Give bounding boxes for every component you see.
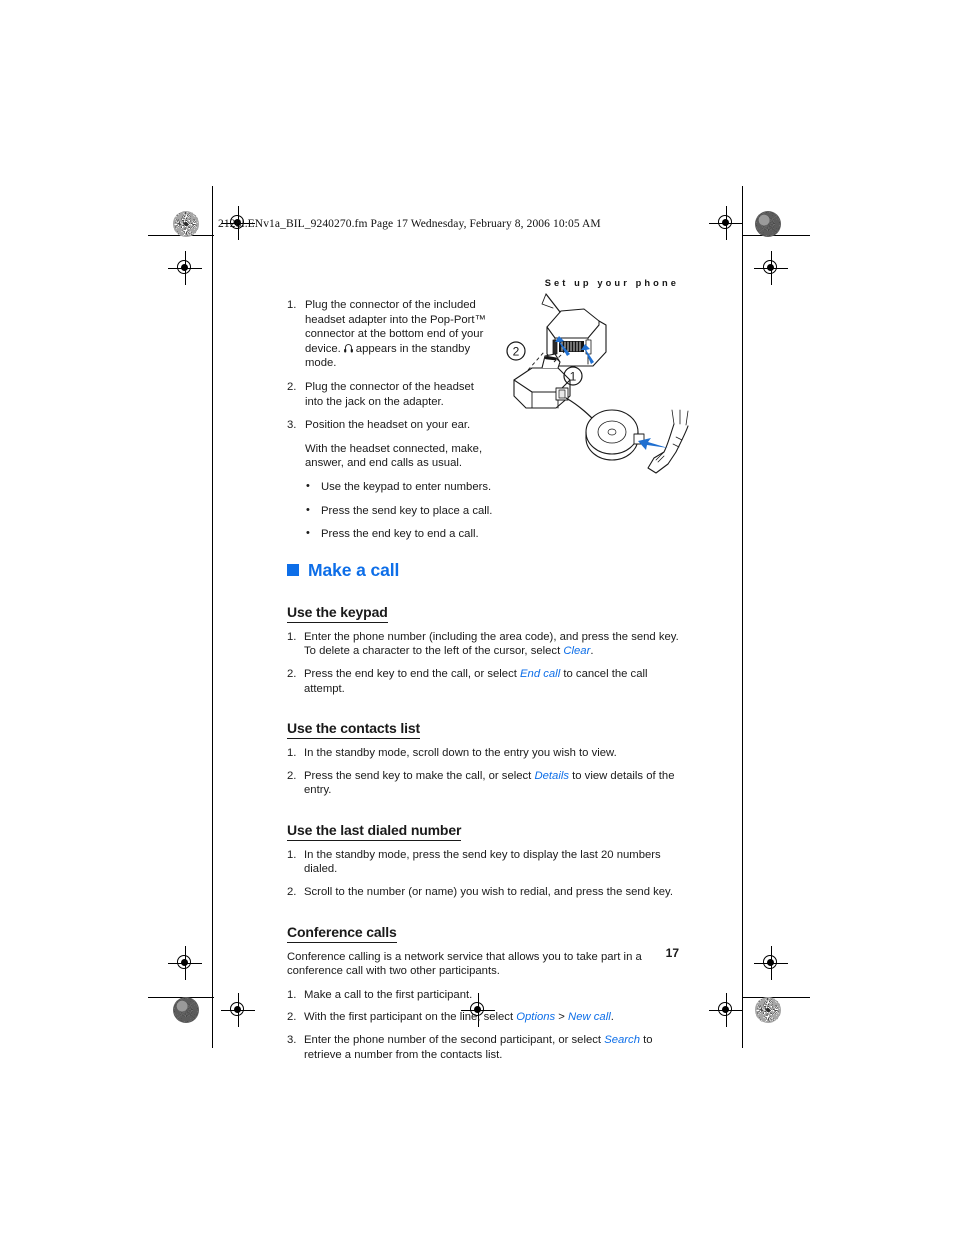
- numbered-step: 2. Scroll to the number (or name) you wis…: [287, 885, 679, 900]
- running-head: Set up your phone: [544, 278, 679, 288]
- numbered-step: 1. In the standby mode, press the send ke…: [287, 848, 679, 877]
- numbered-step: 1. Make a call to the first participant.: [287, 988, 679, 1003]
- step-text: In the standby mode, scroll down to the …: [304, 747, 617, 760]
- ui-term: Details: [534, 769, 569, 782]
- step-number: 1.: [287, 747, 297, 760]
- registration-mark-bottom-left: [221, 993, 255, 1027]
- ui-term: End call: [520, 667, 561, 680]
- registration-mark-right-lower: [754, 946, 788, 980]
- step-number: 1.: [287, 848, 297, 861]
- top-right-trim-rule: [742, 235, 810, 236]
- step-text: Press the send key to make the call, or …: [304, 769, 535, 782]
- step-text: Enter the phone number of the second par…: [304, 1034, 605, 1047]
- step-text: Position the headset on your ear.: [305, 419, 471, 432]
- registration-mark-right-upper: [754, 251, 788, 285]
- halftone-patch-top-right: [755, 211, 781, 237]
- fm-file-header: 2128i.ENv1a_BIL_9240270.fm Page 17 Wedne…: [218, 218, 601, 230]
- svg-text:1: 1: [570, 370, 577, 384]
- headset-step-1: 1. Plug the connector of the included hea…: [287, 298, 493, 371]
- headset-bullet-2: Press the end key to end a call.: [287, 526, 493, 542]
- chapter-heading: Make a call: [287, 560, 679, 581]
- step-number: 3.: [287, 419, 297, 432]
- registration-mark-bottom-right: [709, 993, 743, 1027]
- step-text: Scroll to the number (or name) you wish …: [304, 886, 674, 899]
- numbered-step: 2. Press the send key to make the call, o…: [287, 769, 679, 798]
- headset-step-2: 2. Plug the connector of the headset into…: [287, 380, 493, 409]
- numbered-step: 1. In the standby mode, scroll down to th…: [287, 746, 679, 761]
- step-text: .: [610, 1011, 614, 1024]
- starburst-patch-bottom-right: [755, 997, 781, 1023]
- section-intro: Conference calling is a network service …: [287, 950, 642, 978]
- step-number: 2.: [287, 380, 297, 393]
- step-text: Plug the connector of the headset into t…: [305, 380, 474, 408]
- left-trim-rule: [212, 186, 213, 1048]
- section-heading: Conference calls: [287, 924, 397, 943]
- bottom-right-trim-rule: [742, 997, 810, 998]
- page-number: 17: [665, 946, 679, 960]
- ui-term: New call: [568, 1011, 611, 1024]
- numbered-step: 1. Enter the phone number (including the …: [287, 630, 679, 659]
- step-text: In the standby mode, press the send key …: [304, 848, 661, 876]
- section-heading: Use the keypad: [287, 604, 388, 623]
- step-number: 1.: [287, 299, 297, 311]
- registration-mark-left-upper: [168, 251, 202, 285]
- step-text: >: [555, 1011, 569, 1024]
- registration-mark-top-right: [709, 206, 743, 240]
- ui-term: Options: [516, 1011, 556, 1024]
- headset-bullet-0: Use the keypad to enter numbers.: [287, 479, 493, 495]
- right-trim-rule: [742, 186, 743, 1048]
- headset-icon: [343, 343, 354, 354]
- blue-square-bullet-icon: [287, 564, 299, 577]
- headset-step-3: 3. Position the headset on your ear.: [287, 418, 493, 433]
- step-text: .: [590, 645, 594, 658]
- step-text: Press the end key to end the call, or se…: [304, 667, 521, 680]
- step-number: 2.: [287, 667, 297, 680]
- headset-continuation-text: With the headset connected, make, answer…: [305, 442, 483, 470]
- headset-adapter-connection-figure: 2 1: [498, 292, 694, 480]
- step-number: 1.: [287, 988, 297, 1001]
- ui-term: Search: [604, 1034, 640, 1047]
- numbered-step: 2. With the first participant on the line…: [287, 1010, 679, 1025]
- step-number: 1.: [287, 630, 297, 643]
- section-heading: Use the last dialed number: [287, 822, 461, 841]
- section-heading: Use the contacts list: [287, 720, 420, 740]
- starburst-patch-top-left: [173, 211, 199, 237]
- step-text: Make a call to the first participant.: [304, 988, 473, 1001]
- numbered-step: 2. Press the end key to end the call, or …: [287, 667, 679, 696]
- chapter-title: Make a call: [308, 559, 400, 580]
- registration-mark-left-lower: [168, 946, 202, 980]
- step-number: 2.: [287, 769, 297, 782]
- headset-bullet-1: Press the send key to place a call.: [287, 503, 493, 519]
- step-number: 2.: [287, 1011, 297, 1024]
- instruction-sections: Use the keypad 1. Enter the phone number (…: [287, 592, 679, 1063]
- top-left-trim-rule: [148, 235, 214, 236]
- halftone-patch-bottom-left: [173, 997, 199, 1023]
- step-number: 2.: [287, 886, 297, 899]
- numbered-step: 3. Enter the phone number of the second p…: [287, 1033, 679, 1062]
- step-number: 3.: [287, 1034, 297, 1047]
- svg-text:2: 2: [513, 345, 520, 359]
- bottom-left-trim-rule: [148, 997, 214, 998]
- step-text: With the first participant on the line, …: [304, 1011, 517, 1024]
- ui-term: Clear: [563, 645, 591, 658]
- headset-steps-column: 1. Plug the connector of the included hea…: [287, 268, 493, 542]
- step-text: Enter the phone number (including the ar…: [304, 630, 679, 658]
